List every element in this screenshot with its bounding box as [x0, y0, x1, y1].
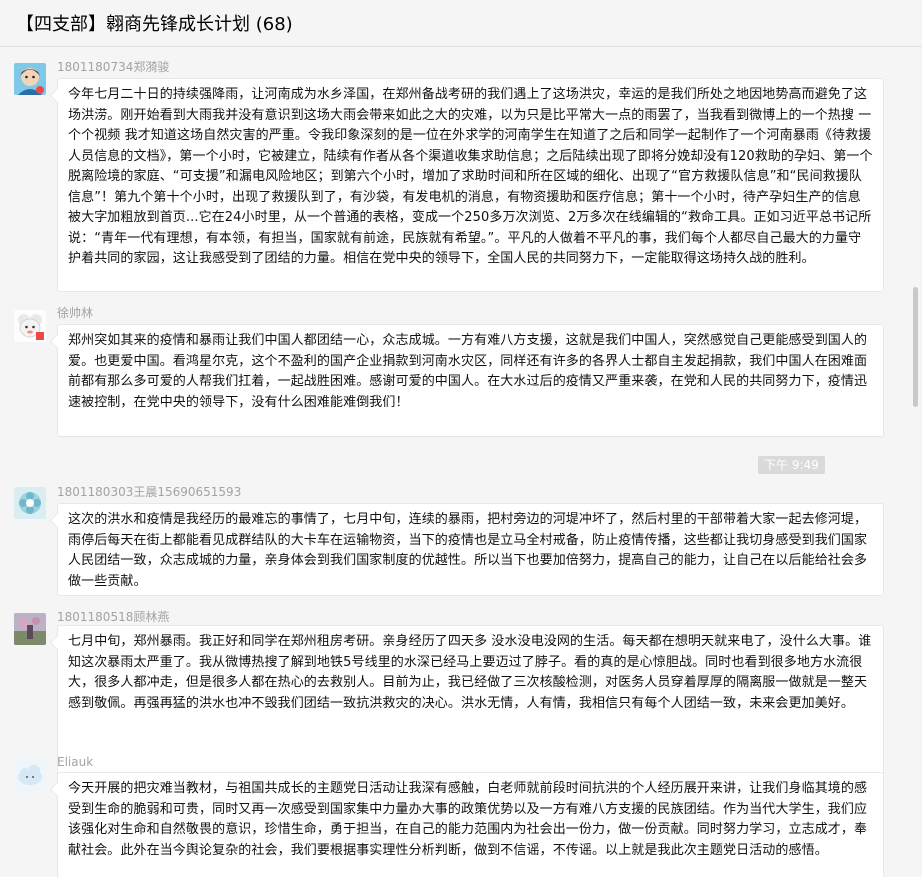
- message-text: 今天开展的把灾难当教材，与祖国共成长的主题党日活动让我深有感触，白老师就前段时间…: [68, 781, 868, 858]
- sender-name: Eliauk: [57, 755, 94, 769]
- message-text: 七月中旬，郑州暴雨。我正好和同学在郑州租房考研。亲身经历了四天多 没水没电没网的…: [68, 634, 872, 711]
- sender-name: 1801180734郑漪骏: [57, 60, 170, 74]
- sender-name: 1801180518顾林燕: [57, 610, 170, 624]
- message-bubble: 这次的洪水和疫情是我经历的最难忘的事情了，七月中旬，连续的暴雨，把村旁边的河堤冲…: [57, 503, 884, 596]
- message-text: 郑州突如其来的疫情和暴雨让我们中国人都团结一心，众志成城。一方有难八方支援，这就…: [68, 333, 868, 410]
- cartoon-sheep-avatar-icon[interactable]: [14, 310, 46, 342]
- sender-name: 徐帅林: [57, 306, 94, 320]
- chat-title: 【四支部】翱商先锋成长计划 (68): [16, 14, 293, 35]
- message-bubble: 今天开展的把灾难当教材，与祖国共成长的主题党日活动让我深有感触，白老师就前段时间…: [57, 772, 884, 877]
- message-list[interactable]: 1801180734郑漪骏 今年七月二十日的持续强降雨，让河南成为水乡泽国，在郑…: [0, 47, 922, 877]
- cartoon-avatar-icon[interactable]: [14, 63, 46, 95]
- chat-title-bar: 【四支部】翱商先锋成长计划 (68): [0, 0, 922, 47]
- cloud-avatar-icon[interactable]: [14, 759, 46, 791]
- flower-avatar-icon[interactable]: [14, 487, 46, 519]
- message-text: 这次的洪水和疫情是我经历的最难忘的事情了，七月中旬，连续的暴雨，把村旁边的河堤冲…: [68, 512, 868, 589]
- message-text: 今年七月二十日的持续强降雨，让河南成为水乡泽国，在郑州备战考研的我们遇上了这场洪…: [68, 87, 873, 266]
- timestamp: 下午 9:49: [758, 456, 825, 474]
- sender-name: 1801180303王晨15690651593: [57, 485, 242, 499]
- message-bubble: 七月中旬，郑州暴雨。我正好和同学在郑州租房考研。亲身经历了四天多 没水没电没网的…: [57, 625, 884, 780]
- scrollbar-thumb[interactable]: [913, 287, 918, 407]
- message-bubble: 郑州突如其来的疫情和暴雨让我们中国人都团结一心，众志成城。一方有难八方支援，这就…: [57, 324, 884, 437]
- message-bubble: 今年七月二十日的持续强降雨，让河南成为水乡泽国，在郑州备战考研的我们遇上了这场洪…: [57, 78, 884, 292]
- photo-avatar-icon[interactable]: [14, 613, 46, 645]
